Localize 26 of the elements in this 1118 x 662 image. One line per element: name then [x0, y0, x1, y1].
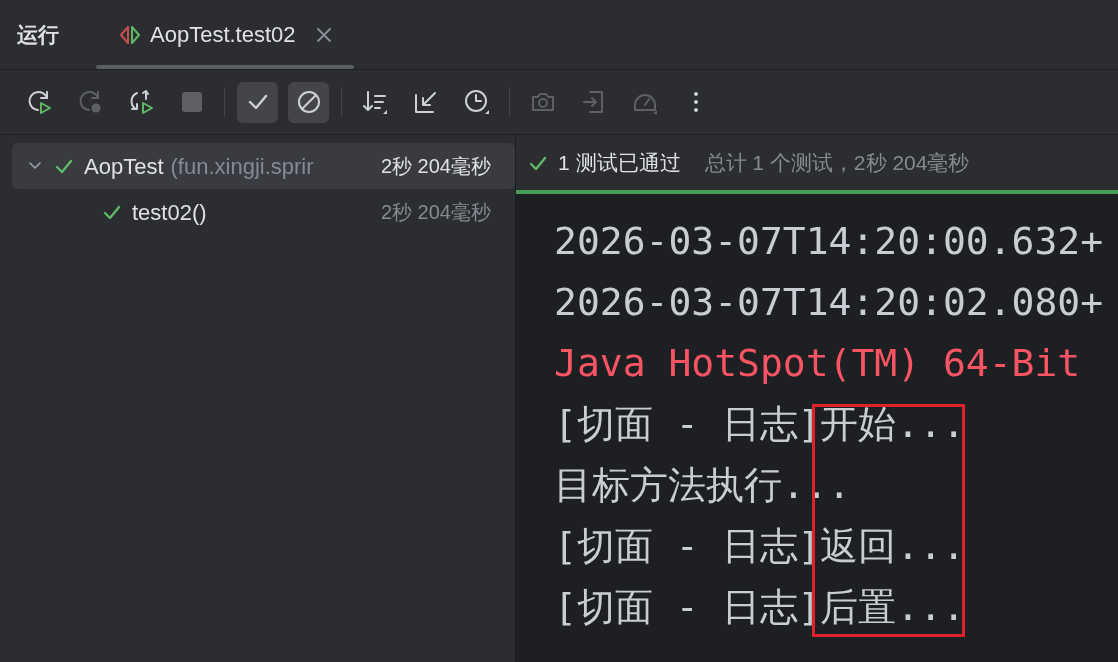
run-tab[interactable]: AopTest.test02: [96, 0, 354, 69]
collapse-icon: [412, 89, 439, 115]
test-name: test02(): [132, 198, 207, 227]
tree-row[interactable]: test02() 2秒 204毫秒: [12, 189, 515, 235]
run-config-icon: [118, 23, 142, 46]
test-summary: 1 测试已通过: [558, 149, 681, 176]
prohibited-icon: [295, 89, 322, 115]
test-package: (fun.xingji.sprir: [170, 153, 314, 179]
sort-icon: [361, 89, 388, 115]
tool-window-title: 运行: [17, 21, 59, 48]
more-icon: [693, 92, 698, 112]
tree-row[interactable]: AopTest (fun.xingji.sprir 2秒 204毫秒: [12, 143, 515, 189]
test-totals: 总计 1 个测试，2秒 204毫秒: [704, 149, 970, 176]
clock-icon: [463, 89, 490, 115]
test-name: AopTest: [84, 152, 164, 181]
close-icon[interactable]: [315, 26, 332, 43]
error-output-line: Java HotSpot(TM) 64-Bit: [554, 340, 1081, 386]
test-duration: 2秒 204毫秒: [380, 154, 491, 179]
checkmark-button[interactable]: [237, 81, 278, 123]
test-duration: 2秒 204毫秒: [380, 200, 491, 225]
console-line: 2026-03-07T14:20:02.080+: [554, 279, 1104, 325]
console-line: [切面 - 日志]返回...: [554, 523, 966, 569]
console-line: 2026-03-07T14:20:00.632+: [554, 218, 1104, 264]
console-line: [切面 - 日志]开始...: [554, 401, 966, 447]
prohibited-button[interactable]: [288, 81, 329, 123]
console-line: [切面 - 日志]后置...: [554, 584, 966, 630]
